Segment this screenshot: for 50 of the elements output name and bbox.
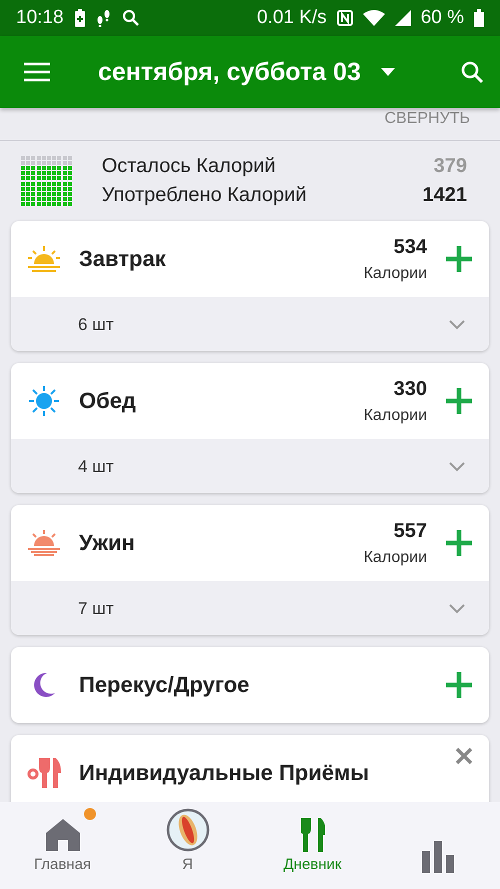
add-button[interactable] bbox=[445, 671, 473, 699]
network-speed: 0.01 K/s bbox=[256, 7, 327, 29]
expand-icon[interactable] bbox=[449, 320, 465, 330]
signal-icon bbox=[394, 10, 411, 26]
sunrise-icon bbox=[27, 246, 61, 272]
calorie-value: 1421 bbox=[422, 184, 467, 207]
close-button[interactable] bbox=[455, 747, 473, 765]
meal-name: Завтрак bbox=[79, 246, 166, 272]
calorie-value: 379 bbox=[434, 155, 467, 178]
hotdog-avatar-icon bbox=[166, 808, 210, 852]
calorie-unit: Калории bbox=[364, 264, 427, 282]
meal-name: Ужин bbox=[79, 530, 135, 556]
calorie-unit: Калории bbox=[364, 548, 427, 566]
item-count: 6 шт bbox=[78, 315, 114, 335]
calorie-count: 330 bbox=[394, 378, 427, 400]
nav-tab[interactable]: Дневник bbox=[250, 802, 375, 889]
cutlery-gear-icon bbox=[27, 758, 61, 788]
item-count: 7 шт bbox=[78, 599, 114, 619]
battery-percent: 60 % bbox=[420, 7, 464, 29]
collapse-button[interactable]: СВЕРНУТЬ bbox=[384, 110, 470, 128]
calorie-count: 534 bbox=[394, 236, 427, 258]
add-button[interactable] bbox=[445, 387, 473, 415]
cutlery-icon bbox=[300, 818, 324, 852]
home-icon bbox=[46, 818, 80, 852]
nav-tab[interactable]: Я bbox=[125, 802, 250, 889]
footsteps-icon bbox=[96, 9, 112, 27]
expand-icon[interactable] bbox=[449, 462, 465, 472]
sunset-icon bbox=[27, 530, 61, 556]
calorie-count: 557 bbox=[394, 520, 427, 542]
meal-name: Индивидуальные Приёмы bbox=[79, 760, 370, 786]
battery-charging-icon bbox=[74, 9, 86, 27]
calorie-label: Употреблено Калорий bbox=[102, 184, 307, 207]
add-button[interactable] bbox=[445, 245, 473, 273]
expand-icon[interactable] bbox=[449, 604, 465, 614]
meal-name: Перекус/Другое bbox=[79, 672, 250, 698]
dropdown-icon[interactable] bbox=[380, 68, 395, 76]
calorie-grid bbox=[21, 156, 72, 206]
battery-icon bbox=[474, 9, 484, 27]
meal-name: Обед bbox=[79, 388, 136, 414]
calorie-label: Осталось Калорий bbox=[102, 155, 276, 178]
status-time: 10:18 bbox=[16, 7, 64, 29]
sun-icon bbox=[27, 385, 61, 417]
calorie-unit: Калории bbox=[364, 406, 427, 424]
search-icon bbox=[122, 9, 140, 27]
wifi-icon bbox=[362, 10, 385, 26]
nfc-icon bbox=[336, 10, 353, 26]
nav-tab[interactable]: Главная bbox=[0, 802, 125, 889]
item-count: 4 шт bbox=[78, 457, 114, 477]
add-button[interactable] bbox=[445, 529, 473, 557]
bar-chart-icon bbox=[422, 841, 454, 873]
